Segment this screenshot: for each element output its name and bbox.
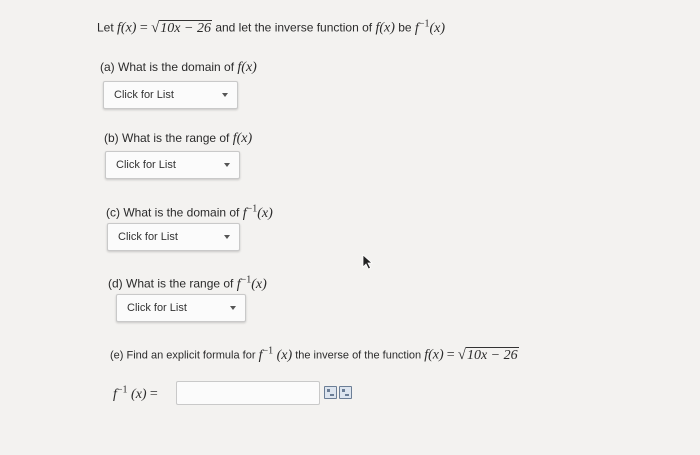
inverse-formula-field[interactable] (177, 382, 319, 404)
dropdown-label: Click for List (118, 231, 178, 243)
domain-f-inverse-dropdown[interactable]: Click for List (107, 223, 240, 251)
function-f-2: f(x) (375, 20, 395, 36)
equals-sign: = (139, 20, 148, 36)
chevron-down-icon (222, 93, 228, 97)
chevron-down-icon (224, 163, 230, 167)
function-f-inverse: f−1(x) (414, 18, 445, 36)
problem-statement: Let f(x) = √10x − 26 and let the inverse… (97, 18, 445, 37)
dropdown-label: Click for List (114, 89, 174, 101)
question-a: (a) What is the domain of f(x) (100, 60, 257, 75)
question-c: (c) What is the domain of f−1(x) (106, 203, 273, 221)
question-b: (b) What is the range of f(x) (104, 131, 253, 146)
equation-editor-icon[interactable] (324, 386, 337, 399)
sqrt-expression: √10x − 26 (151, 19, 212, 36)
range-f-inverse-dropdown[interactable]: Click for List (116, 294, 246, 322)
question-e: (e) Find an explicit formula for f−1 (x)… (110, 345, 519, 363)
intro-be-text: be (398, 20, 412, 35)
mouse-cursor-icon (362, 254, 374, 270)
problem-page: Let f(x) = √10x − 26 and let the inverse… (0, 0, 700, 455)
function-f: f(x) (117, 20, 137, 36)
preview-icon[interactable] (339, 386, 352, 399)
answer-label: f−1 (x) = (113, 384, 158, 402)
dropdown-label: Click for List (127, 302, 187, 314)
intro-mid-text: and let the inverse function of (215, 20, 373, 35)
domain-f-dropdown[interactable]: Click for List (103, 81, 238, 109)
intro-let-text: Let (97, 20, 114, 35)
chevron-down-icon (224, 235, 230, 239)
range-f-dropdown[interactable]: Click for List (105, 151, 240, 179)
dropdown-label: Click for List (116, 159, 176, 171)
inverse-formula-input[interactable] (176, 381, 320, 405)
question-d: (d) What is the range of f−1(x) (108, 274, 267, 292)
chevron-down-icon (230, 306, 236, 310)
